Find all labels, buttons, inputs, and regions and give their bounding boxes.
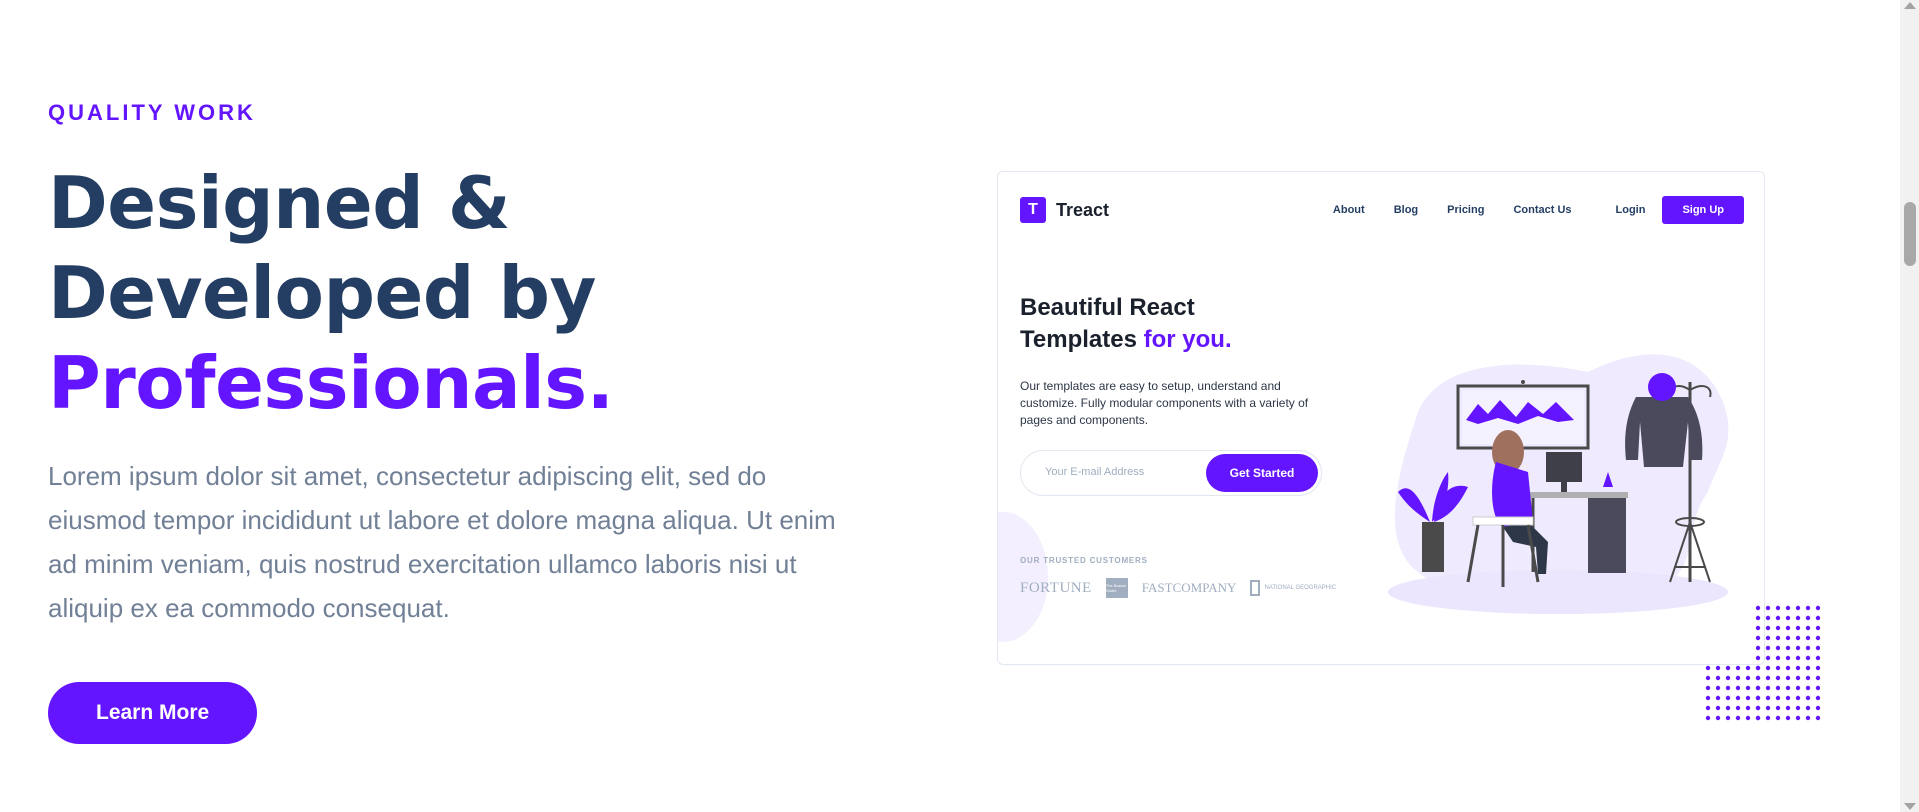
fastcompany-logo: FASTCOMPANY <box>1141 580 1237 595</box>
preview-title: Beautiful React Templates for you. <box>1020 292 1232 356</box>
preview-login-link[interactable]: Login <box>1616 204 1646 216</box>
hero-heading-accent: Professionals. <box>48 341 614 425</box>
preview-email-input[interactable]: Your E-mail Address <box>1045 466 1144 478</box>
preview-nav-pricing[interactable]: Pricing <box>1447 204 1484 216</box>
preview-customer-logos: FORTUNE The Boston Globe FASTCOMPANY NAT… <box>1020 578 1336 598</box>
preview-title-text: Templates <box>1020 326 1137 353</box>
preview-description: Our templates are easy to setup, underst… <box>1020 379 1309 427</box>
hero-text-column: QUALITY WORK Designed & Developed by Pro… <box>48 100 848 744</box>
hero-eyebrow: QUALITY WORK <box>48 100 256 125</box>
template-preview-card: T Treact About Blog Pricing Contact Us L… <box>997 171 1765 665</box>
decorative-blob <box>998 512 1048 642</box>
workspace-illustration <box>1388 354 1729 614</box>
hero-description: Lorem ipsum dolor sit amet, consectetur … <box>48 461 836 623</box>
preview-nav-blog[interactable]: Blog <box>1394 204 1418 216</box>
scrollbar-thumb[interactable] <box>1904 202 1916 266</box>
natgeo-text: NATIONAL GEOGRAPHIC <box>1264 584 1337 591</box>
hero-heading-line1: Designed & <box>48 161 511 245</box>
preview-customers-label: OUR TRUSTED CUSTOMERS <box>1020 556 1148 565</box>
preview-title-line2: Templates for you. <box>1020 324 1232 356</box>
preview-logo-icon[interactable]: T <box>1020 197 1046 223</box>
boston-globe-logo: The Boston Globe <box>1105 578 1128 598</box>
hero-heading: Designed & Developed by Professionals. <box>48 158 848 428</box>
hero-heading-line2: Developed by <box>48 251 596 335</box>
dots-decoration <box>1705 605 1825 725</box>
preview-title-accent: for you. <box>1143 326 1232 353</box>
natgeo-frame-icon <box>1250 580 1261 596</box>
scroll-up-icon[interactable] <box>1904 2 1916 9</box>
scroll-down-icon[interactable] <box>1904 803 1916 810</box>
learn-more-button[interactable]: Learn More <box>48 682 258 744</box>
preview-nav-links: About Blog Pricing Contact Us Login Sign… <box>1304 196 1744 224</box>
preview-nav-about[interactable]: About <box>1333 204 1365 216</box>
preview-get-started-button[interactable]: Get Started <box>1206 454 1318 492</box>
fortune-logo: FORTUNE <box>1020 579 1092 596</box>
preview-navbar: T Treact About Blog Pricing Contact Us L… <box>1020 195 1744 225</box>
national-geographic-logo: NATIONAL GEOGRAPHIC <box>1250 580 1336 596</box>
preview-title-line1: Beautiful React <box>1020 294 1195 321</box>
preview-signup-button[interactable]: Sign Up <box>1662 196 1744 224</box>
preview-nav-contact[interactable]: Contact Us <box>1513 204 1571 216</box>
page-scrollbar[interactable] <box>1900 0 1919 812</box>
preview-brand[interactable]: Treact <box>1056 200 1109 221</box>
preview-email-form: Your E-mail Address Get Started <box>1020 450 1322 496</box>
